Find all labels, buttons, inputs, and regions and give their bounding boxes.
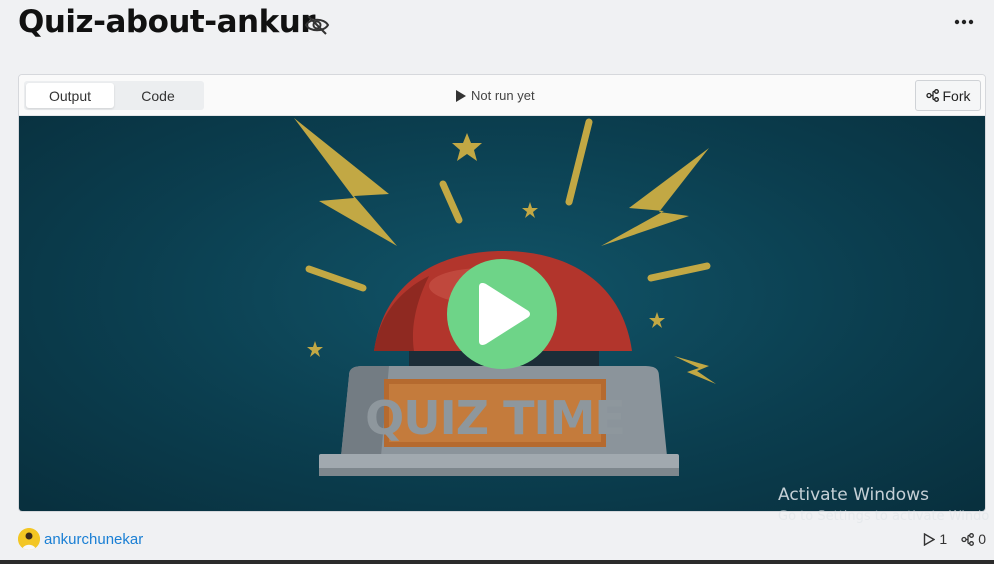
playground-stats: 1 0: [923, 531, 986, 547]
runs-stat: 1: [923, 531, 947, 547]
play-button[interactable]: [447, 259, 557, 369]
run-status-label: Not run yet: [471, 88, 535, 103]
lightning-small-icon: [674, 356, 716, 384]
tab-code[interactable]: Code: [114, 83, 202, 108]
lightning-right-icon: [601, 148, 709, 246]
fork-icon: [925, 89, 939, 102]
watermark-subtitle: Go to Settings to activate Windo: [778, 509, 990, 524]
star-icon: [522, 202, 538, 218]
fork-label: Fork: [942, 87, 971, 104]
output-preview[interactable]: QUIZ TIME: [19, 116, 985, 511]
forks-count: 0: [978, 531, 986, 547]
author-name[interactable]: ankurchunekar: [44, 531, 143, 548]
lightning-left-icon: [294, 118, 397, 246]
play-icon: [479, 283, 530, 345]
taskbar-edge: [0, 560, 994, 564]
quiz-time-sign: QUIZ TIME: [365, 391, 625, 445]
fork-icon: [961, 532, 975, 546]
run-status[interactable]: Not run yet: [455, 88, 535, 103]
star-icon: [649, 312, 665, 328]
more-horizontal-icon: [954, 19, 974, 25]
more-options-button[interactable]: [952, 10, 976, 34]
panel-toolbar: Output Code Not run yet Fork: [19, 75, 985, 116]
star-icon: [307, 341, 323, 357]
page-title: Quiz-about-ankur: [18, 4, 316, 40]
star-icon: [452, 133, 482, 161]
avatar: [18, 528, 40, 550]
play-outline-icon: [924, 532, 936, 546]
playground-panel: Output Code Not run yet Fork QUIZ TIME: [18, 74, 986, 512]
view-tabs: Output Code: [24, 81, 204, 110]
runs-count: 1: [939, 531, 948, 547]
author-link[interactable]: ankurchunekar: [18, 528, 143, 550]
watermark-title: Activate Windows: [778, 485, 929, 505]
visibility-toggle-button[interactable]: [303, 12, 331, 38]
play-icon: [456, 89, 466, 102]
fork-button[interactable]: Fork: [915, 80, 981, 111]
activate-windows-watermark: Activate Windows Go to Settings to activ…: [778, 485, 989, 524]
forks-stat: 0: [961, 531, 986, 547]
tab-output[interactable]: Output: [26, 83, 114, 108]
eye-off-icon: [304, 15, 330, 35]
